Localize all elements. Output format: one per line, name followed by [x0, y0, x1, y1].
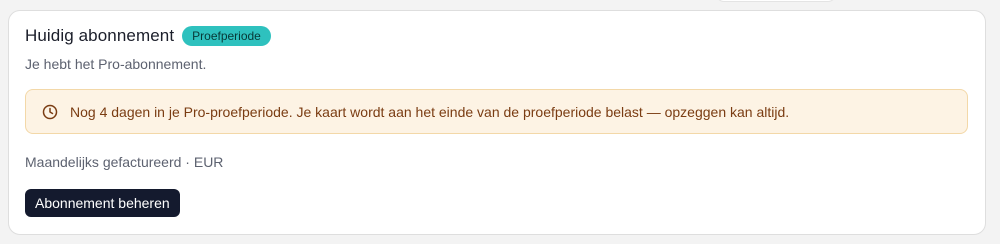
trial-alert: Nog 4 dagen in je Pro-proefperiode. Je k…: [25, 89, 968, 134]
card-title: Huidig abonnement: [25, 26, 175, 45]
billing-info: Maandelijks gefactureerd · EUR: [25, 154, 224, 170]
plan-description: Je hebt het Pro-abonnement.: [25, 56, 207, 72]
current-subscription-card: Huidig abonnement Proefperiode Je hebt h…: [8, 10, 986, 235]
trial-status-badge: Proefperiode: [182, 26, 271, 46]
trial-alert-text: Nog 4 dagen in je Pro-proefperiode. Je k…: [70, 103, 790, 120]
card-header: Huidig abonnement Proefperiode: [25, 26, 271, 46]
clock-icon: [42, 104, 58, 120]
manage-subscription-button[interactable]: Abonnement beheren: [25, 189, 180, 217]
top-tab-edge: [716, 0, 836, 2]
